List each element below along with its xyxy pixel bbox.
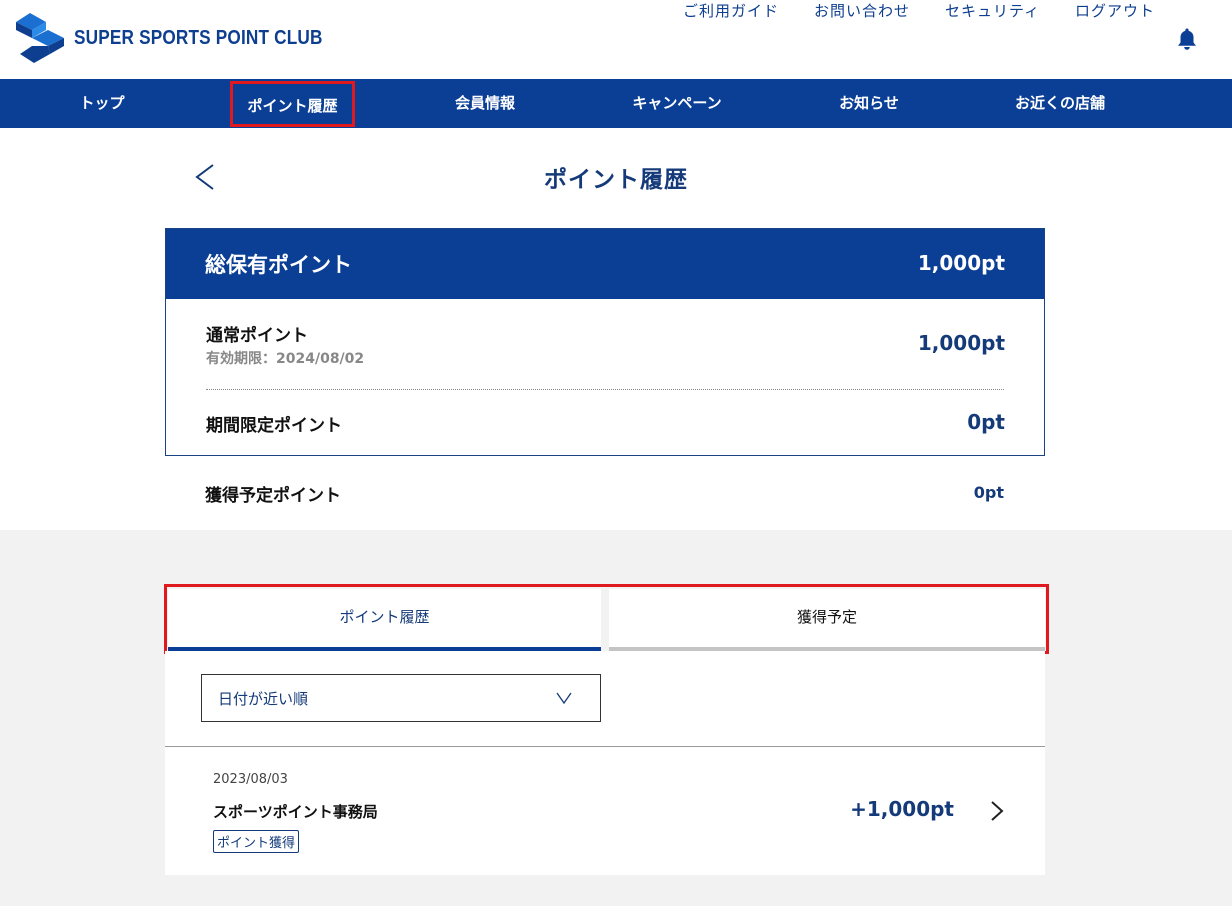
pending-points-label: 獲得予定ポイント [205,486,341,506]
card-divider [206,389,1004,390]
regular-points-expiry: 有効期限：2024/08/02 [206,351,365,367]
nav-nearby-stores[interactable]: お近くの店舗 [1000,79,1120,128]
chevron-down-icon [556,692,572,705]
contact-link[interactable]: お問い合わせ [814,0,910,21]
history-name: スポーツポイント事務局 [213,803,378,821]
pending-points-value: 0pt [973,483,1004,502]
regular-points-value: 1,000pt [917,331,1005,355]
security-link[interactable]: セキュリティ [945,0,1040,21]
nav-news[interactable]: お知らせ [824,79,914,128]
nav-top[interactable]: トップ [64,79,140,128]
bell-icon[interactable] [1176,27,1198,51]
nav-point-history[interactable]: ポイント履歴 [230,81,355,127]
sort-select[interactable]: 日付が近い順 [201,674,601,722]
history-date: 2023/08/03 [213,772,288,787]
points-summary-section: ポイント履歴 総保有ポイント 1,000pt 通常ポイント 有効期限：2024/… [0,128,1232,530]
sort-selected-value: 日付が近い順 [218,690,309,708]
limited-points-label: 期間限定ポイント [206,416,342,436]
logout-link[interactable]: ログアウト [1075,0,1155,21]
history-panel: 日付が近い順 2023/08/03 スポーツポイント事務局 ポイント獲得 +1,… [165,651,1045,875]
chevron-right-icon [991,801,1004,821]
history-amount: +1,000pt [850,797,954,821]
logo-text[interactable]: SUPER SPORTS POINT CLUB [74,27,323,50]
logo-icon[interactable] [16,13,64,63]
history-badge: ポイント獲得 [213,830,300,853]
nav-campaign[interactable]: キャンペーン [612,79,742,128]
limited-points-value: 0pt [967,410,1005,434]
tabs-highlight [164,584,1049,654]
nav-member-info[interactable]: 会員情報 [440,79,530,128]
total-points-label: 総保有ポイント [205,253,352,277]
total-points-value: 1,000pt [917,251,1005,275]
page-title: ポイント履歴 [544,167,688,193]
points-card: 総保有ポイント 1,000pt 通常ポイント 有効期限：2024/08/02 1… [165,228,1045,456]
history-list-item[interactable]: 2023/08/03 スポーツポイント事務局 ポイント獲得 +1,000pt [165,747,1045,875]
guide-link[interactable]: ご利用ガイド [683,0,779,21]
main-nav: トップ ポイント履歴 会員情報 キャンペーン お知らせ お近くの店舗 [0,79,1232,128]
total-points-bar: 総保有ポイント 1,000pt [166,229,1044,299]
site-header: SUPER SPORTS POINT CLUB ご利用ガイド お問い合わせ セキ… [0,0,1232,79]
regular-points-label: 通常ポイント [206,326,308,346]
